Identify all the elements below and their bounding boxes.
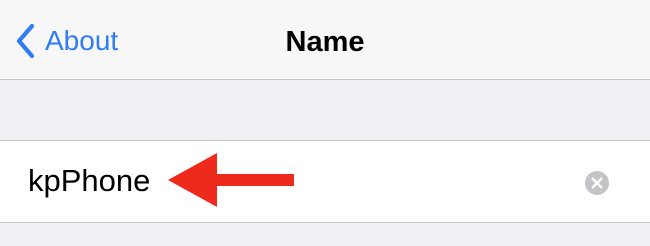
background-area <box>0 223 650 246</box>
navigation-bar: About Name <box>0 0 650 80</box>
section-header-spacer <box>0 80 650 140</box>
clear-circle-icon <box>585 171 609 195</box>
device-name-input[interactable] <box>28 161 568 201</box>
name-field-cell <box>0 140 650 223</box>
clear-text-button[interactable] <box>585 171 609 195</box>
page-title: Name <box>285 26 365 58</box>
